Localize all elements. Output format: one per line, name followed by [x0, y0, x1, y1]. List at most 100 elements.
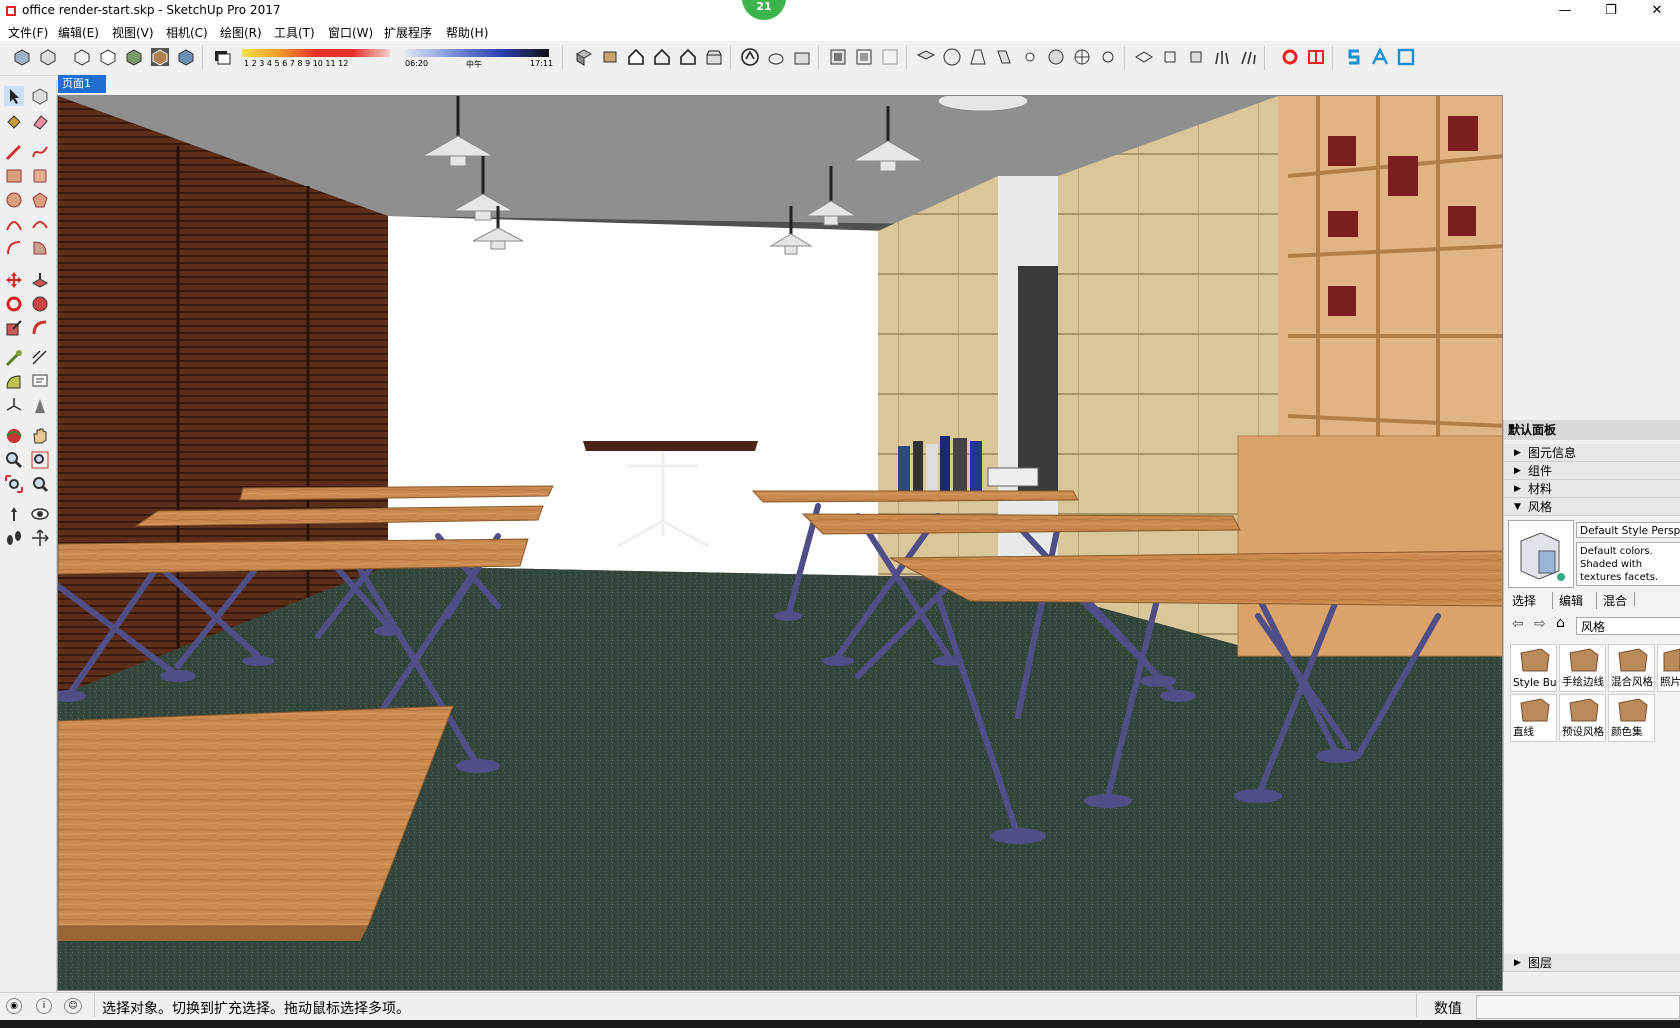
section-layers[interactable]: ▶ 图层: [1504, 954, 1680, 972]
rotated-rectangle-icon[interactable]: [30, 166, 50, 186]
style-tile-color-sets[interactable]: 颜色集: [1608, 694, 1655, 742]
tab-select[interactable]: 选择: [1512, 592, 1536, 609]
section-styles[interactable]: ▼ 风格: [1504, 498, 1680, 516]
settings-sun-icon[interactable]: [1098, 47, 1118, 67]
iso-view-icon[interactable]: [574, 47, 594, 67]
front-view-icon[interactable]: [626, 47, 646, 67]
shadow-month-slider[interactable]: [242, 49, 390, 57]
frame-tool-icon[interactable]: [1396, 47, 1416, 67]
section-materials[interactable]: ▶ 材料: [1504, 480, 1680, 498]
line-pencil-icon[interactable]: [4, 142, 24, 162]
follow-me-icon[interactable]: [30, 294, 50, 314]
minimize-button[interactable]: —: [1542, 0, 1588, 22]
3d-viewport[interactable]: [57, 95, 1503, 991]
scale-icon[interactable]: [4, 318, 24, 338]
select-arrow-icon[interactable]: [4, 86, 24, 106]
style-thumbnail[interactable]: [1508, 520, 1574, 588]
tape-measure-icon[interactable]: [4, 348, 24, 368]
gear-red-icon[interactable]: [1280, 47, 1300, 67]
scale-move-icon[interactable]: [1186, 47, 1206, 67]
fur-icon[interactable]: [1238, 47, 1258, 67]
geo-location-icon[interactable]: ◉: [6, 998, 22, 1014]
grid-red-icon[interactable]: [1306, 47, 1326, 67]
polygon-icon[interactable]: [30, 190, 50, 210]
pie-icon[interactable]: [30, 238, 50, 258]
s-tool-icon[interactable]: [1344, 47, 1364, 67]
shaded-icon[interactable]: [124, 47, 144, 67]
material-sphere-icon[interactable]: [942, 47, 962, 67]
right-view-icon[interactable]: [652, 47, 672, 67]
notification-badge[interactable]: 21: [742, 0, 786, 20]
freehand-icon[interactable]: [30, 142, 50, 162]
section-plane-icon[interactable]: [828, 47, 848, 67]
circle-icon[interactable]: [4, 190, 24, 210]
style-tile-assorted[interactable]: 混合风格: [1608, 644, 1655, 692]
top-view-icon[interactable]: [600, 47, 620, 67]
3d-text-icon[interactable]: [30, 396, 50, 416]
monochrome-icon[interactable]: [176, 47, 196, 67]
rectangle-icon[interactable]: [4, 166, 24, 186]
measurements-input[interactable]: [1476, 995, 1680, 1019]
style-tile-sketchy-edges[interactable]: 手绘边线: [1559, 644, 1606, 692]
rotate-icon[interactable]: [4, 294, 24, 314]
home-icon[interactable]: ⌂: [1556, 615, 1565, 631]
left-view-icon[interactable]: [704, 47, 724, 67]
pan-hand-icon[interactable]: [30, 426, 50, 446]
close-button[interactable]: ✕: [1634, 0, 1680, 22]
menu-view[interactable]: 视图(V): [112, 24, 154, 41]
layout-icon[interactable]: [1134, 47, 1154, 67]
sun-icon[interactable]: [1020, 47, 1040, 67]
axes-move-icon[interactable]: [1160, 47, 1180, 67]
user-account-icon[interactable]: ☺: [64, 998, 82, 1014]
dimension-icon[interactable]: [30, 348, 50, 368]
two-point-arc-icon[interactable]: [30, 214, 50, 234]
style-tile-builder[interactable]: Style Buil: [1510, 644, 1557, 692]
grass-icon[interactable]: [1212, 47, 1232, 67]
menu-help[interactable]: 帮助(H): [446, 24, 488, 41]
paint-bucket-icon[interactable]: [4, 112, 24, 132]
style-name-field[interactable]: Default Style Perspective: [1576, 522, 1680, 538]
zoom-icon[interactable]: [4, 450, 24, 470]
menu-camera[interactable]: 相机(C): [166, 24, 208, 41]
light-cone-icon[interactable]: [968, 47, 988, 67]
style-tile-default-styles[interactable]: 预设风格: [1559, 694, 1606, 742]
style-tile-photo[interactable]: 照片: [1657, 644, 1680, 692]
forward-arrow-icon[interactable]: ⇨: [1534, 616, 1546, 632]
style-tile-straight-lines[interactable]: 直线: [1510, 694, 1557, 742]
warehouse-icon[interactable]: [792, 47, 812, 67]
shadow-time-slider[interactable]: [405, 49, 549, 57]
hidden-line-icon[interactable]: [98, 47, 118, 67]
sandbox-icon[interactable]: [740, 47, 760, 67]
wireframe-icon[interactable]: [72, 47, 92, 67]
credits-icon[interactable]: i: [36, 998, 52, 1014]
arc-icon[interactable]: [4, 214, 24, 234]
menu-window[interactable]: 窗口(W): [328, 24, 373, 41]
tab-mix[interactable]: 混合: [1596, 592, 1627, 609]
a-tool-icon[interactable]: [1370, 47, 1390, 67]
section-plane-tool-icon[interactable]: [30, 528, 50, 548]
spotlight-icon[interactable]: [994, 47, 1014, 67]
render-hat-icon[interactable]: [916, 47, 936, 67]
tab-edit[interactable]: 编辑: [1552, 592, 1583, 609]
teapot-icon[interactable]: [766, 47, 786, 67]
style-library-dropdown[interactable]: 风格: [1576, 617, 1680, 635]
walk-icon[interactable]: [4, 528, 24, 548]
menu-edit[interactable]: 编辑(E): [58, 24, 99, 41]
globe-icon[interactable]: [1072, 47, 1092, 67]
zoom-extents-icon[interactable]: [4, 474, 24, 494]
back-arrow-icon[interactable]: ⇦: [1512, 616, 1524, 632]
eraser-icon[interactable]: [30, 112, 50, 132]
environment-icon[interactable]: [1046, 47, 1066, 67]
zoom-window-icon[interactable]: [30, 450, 50, 470]
restore-button[interactable]: ❐: [1588, 0, 1634, 22]
three-point-arc-icon[interactable]: [4, 238, 24, 258]
menu-extensions[interactable]: 扩展程序: [384, 24, 432, 41]
section-cut-icon[interactable]: [880, 47, 900, 67]
menu-draw[interactable]: 绘图(R): [220, 24, 262, 41]
offset-icon[interactable]: [30, 318, 50, 338]
axes-icon[interactable]: [4, 396, 24, 416]
shadows-toggle-icon[interactable]: [212, 47, 232, 67]
position-camera-icon[interactable]: [4, 504, 24, 524]
orbit-icon[interactable]: [4, 426, 24, 446]
xray-icon[interactable]: [12, 47, 32, 67]
